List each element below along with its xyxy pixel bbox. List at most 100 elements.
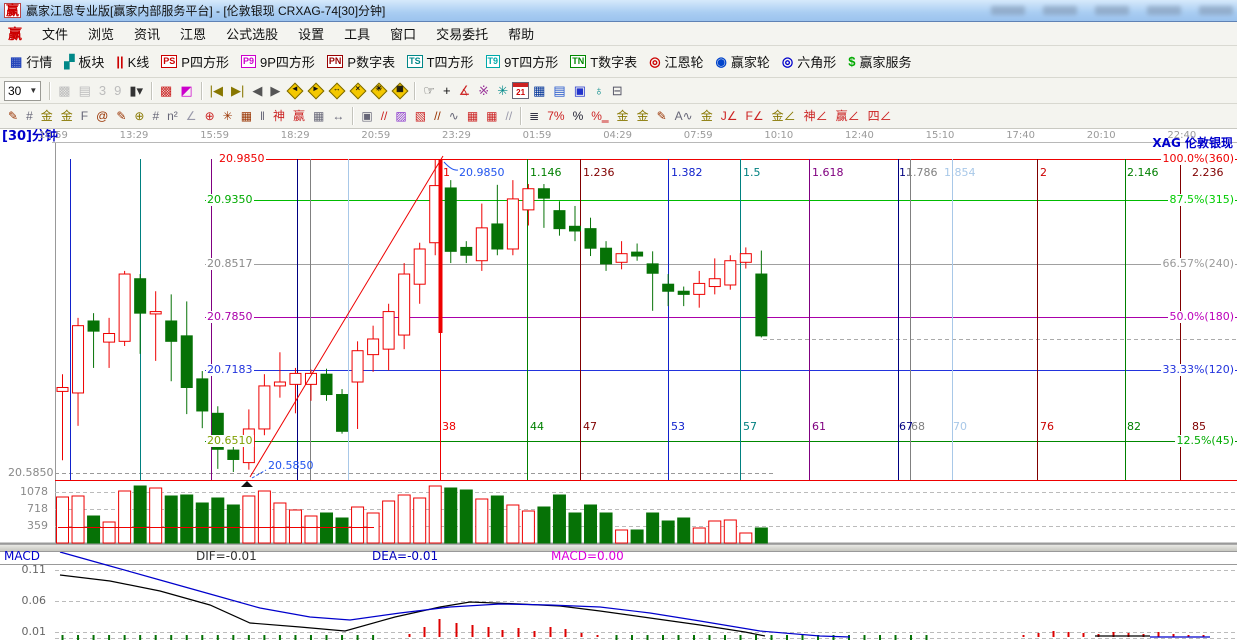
red-grid-icon[interactable]: ▩: [156, 81, 176, 100]
spiral-tool[interactable]: @: [92, 107, 112, 126]
circle-grid-tool[interactable]: ⊕: [130, 107, 148, 126]
first-icon[interactable]: |◀: [206, 81, 227, 100]
menu-item-帮助[interactable]: 帮助: [498, 22, 544, 45]
f-angle-tool[interactable]: F∠: [741, 107, 767, 126]
web-icon[interactable]: ✳: [493, 81, 512, 100]
diag2-tool[interactable]: //: [502, 107, 517, 126]
fanbox-tool[interactable]: ▨: [391, 107, 410, 126]
angle-gray-tool[interactable]: ∠: [182, 107, 201, 126]
harrow-tool[interactable]: ↔: [328, 107, 348, 126]
clipboard-icon[interactable]: ▤: [75, 81, 95, 100]
j-angle-tool[interactable]: J∠: [717, 107, 742, 126]
p9-square-button[interactable]: P99P四方形: [235, 50, 321, 73]
gold-circle-tool[interactable]: 金: [613, 107, 633, 126]
gold-angle-tool[interactable]: 金∠: [768, 107, 800, 126]
knot-icon[interactable]: ※: [474, 81, 493, 100]
colored-chart-icon[interactable]: ◩: [176, 81, 196, 100]
menu-item-资讯[interactable]: 资讯: [124, 22, 170, 45]
fan-tool[interactable]: //: [377, 107, 392, 126]
shen-tool[interactable]: 神: [269, 107, 289, 126]
blurred-control[interactable]: [1147, 6, 1181, 15]
p-square-button[interactable]: PSP四方形: [155, 50, 235, 73]
hash-tool[interactable]: #: [148, 107, 163, 126]
a-wave-tool[interactable]: A∿: [671, 107, 697, 126]
web-tool[interactable]: ✳: [219, 107, 237, 126]
angle-icon[interactable]: ∡: [455, 81, 475, 100]
period-select[interactable]: 30▼: [4, 81, 41, 101]
bars3-icon[interactable]: 3: [95, 81, 110, 100]
prev-icon[interactable]: ◀: [248, 81, 266, 100]
bars9-icon[interactable]: 9: [110, 81, 125, 100]
si-angle-tool[interactable]: 四∠: [864, 107, 896, 126]
gold-grid2-tool[interactable]: 金: [57, 107, 77, 126]
winner-wheel-button[interactable]: ◉赢家轮: [710, 50, 776, 73]
menu-item-江恩[interactable]: 江恩: [170, 22, 216, 45]
ruler-tool[interactable]: ≣: [525, 107, 543, 126]
compress-icon[interactable]: ×: [350, 83, 365, 98]
zoom-left-icon[interactable]: ◄: [287, 83, 302, 98]
wave-tool[interactable]: ∿: [445, 107, 463, 126]
menu-item-文件[interactable]: 文件: [32, 22, 78, 45]
bars-tool[interactable]: ‖: [256, 107, 269, 126]
redgrid-tool[interactable]: ▦: [463, 107, 482, 126]
pen2-tool[interactable]: ✎: [112, 107, 130, 126]
zoom-right-icon[interactable]: ►: [308, 83, 323, 98]
expand-icon[interactable]: ✳: [371, 83, 386, 98]
grid-tool[interactable]: #: [22, 107, 37, 126]
diag-tool[interactable]: //: [430, 107, 445, 126]
ying-angle-tool[interactable]: 赢∠: [832, 107, 864, 126]
grid123-tool[interactable]: ▦: [309, 107, 328, 126]
save-icon[interactable]: ▣: [570, 81, 590, 100]
gold-line-tool[interactable]: 金: [633, 107, 653, 126]
menu-item-浏览[interactable]: 浏览: [78, 22, 124, 45]
gann-wheel-button[interactable]: ◎江恩轮: [643, 50, 709, 73]
ying-tool[interactable]: 赢: [289, 107, 309, 126]
pct-tool[interactable]: %: [569, 107, 588, 126]
n2-tool[interactable]: n²: [163, 107, 182, 126]
shen-angle-tool[interactable]: 神∠: [800, 107, 832, 126]
blurred-control[interactable]: [1199, 6, 1233, 15]
window-controls-blurred[interactable]: [991, 6, 1233, 15]
network-icon[interactable]: ♁: [590, 81, 608, 100]
chart-area[interactable]: [30]分钟 XAG 伦敦银现 10:5913:2915:5918:2920:5…: [0, 129, 1237, 640]
blurred-control[interactable]: [1043, 6, 1077, 15]
target-tool[interactable]: ⊕: [201, 107, 219, 126]
winner-service-button[interactable]: $赢家服务: [842, 50, 917, 73]
boxdiag-tool[interactable]: ▧: [411, 107, 430, 126]
square-web-tool[interactable]: ▦: [237, 107, 256, 126]
p-number-table-button[interactable]: PNP数字表: [321, 50, 401, 73]
menu-item-设置[interactable]: 设置: [288, 22, 334, 45]
quotes-button[interactable]: ▦行情: [4, 50, 58, 73]
calendar-icon[interactable]: 21: [512, 82, 529, 99]
t9-square-button[interactable]: T99T四方形: [480, 50, 565, 73]
pen-bars-tool[interactable]: ✎: [653, 107, 671, 126]
rect-tool[interactable]: ▣: [357, 107, 376, 126]
pen-tool[interactable]: ✎: [4, 107, 22, 126]
t-number-table-button[interactable]: TNT数字表: [564, 50, 643, 73]
last-icon[interactable]: ▶|: [227, 81, 248, 100]
gold-grid-tool[interactable]: 金: [37, 107, 57, 126]
zoom-h-icon[interactable]: ↔: [329, 83, 344, 98]
net-icon[interactable]: ▩: [54, 81, 74, 100]
kline-button[interactable]: ||K线: [110, 50, 155, 73]
f-grid-tool[interactable]: F: [77, 107, 92, 126]
chart-canvas[interactable]: [0, 129, 1237, 640]
grid-zoom-icon[interactable]: ▦: [392, 83, 407, 98]
gold-under-tool[interactable]: 金: [697, 107, 717, 126]
printer-icon[interactable]: ⊟: [608, 81, 627, 100]
redgrid2-tool[interactable]: ▦: [482, 107, 501, 126]
t-square-button[interactable]: TST四方形: [401, 50, 479, 73]
next-icon[interactable]: ▶: [266, 81, 284, 100]
candle-style-icon[interactable]: ▮▾: [125, 81, 147, 100]
menu-item-窗口[interactable]: 窗口: [380, 22, 426, 45]
menu-item-交易委托[interactable]: 交易委托: [426, 22, 498, 45]
calculator-icon[interactable]: ▦: [529, 81, 549, 100]
blurred-control[interactable]: [1095, 6, 1129, 15]
hand-icon[interactable]: ☞: [419, 81, 439, 100]
pctline-tool[interactable]: %‗: [587, 107, 612, 126]
crosshair-icon[interactable]: +: [439, 81, 455, 100]
menu-item-工具[interactable]: 工具: [334, 22, 380, 45]
hexagon-button[interactable]: ◎六角形: [776, 50, 842, 73]
blurred-control[interactable]: [991, 6, 1025, 15]
sectors-button[interactable]: ▞板块: [58, 50, 110, 73]
